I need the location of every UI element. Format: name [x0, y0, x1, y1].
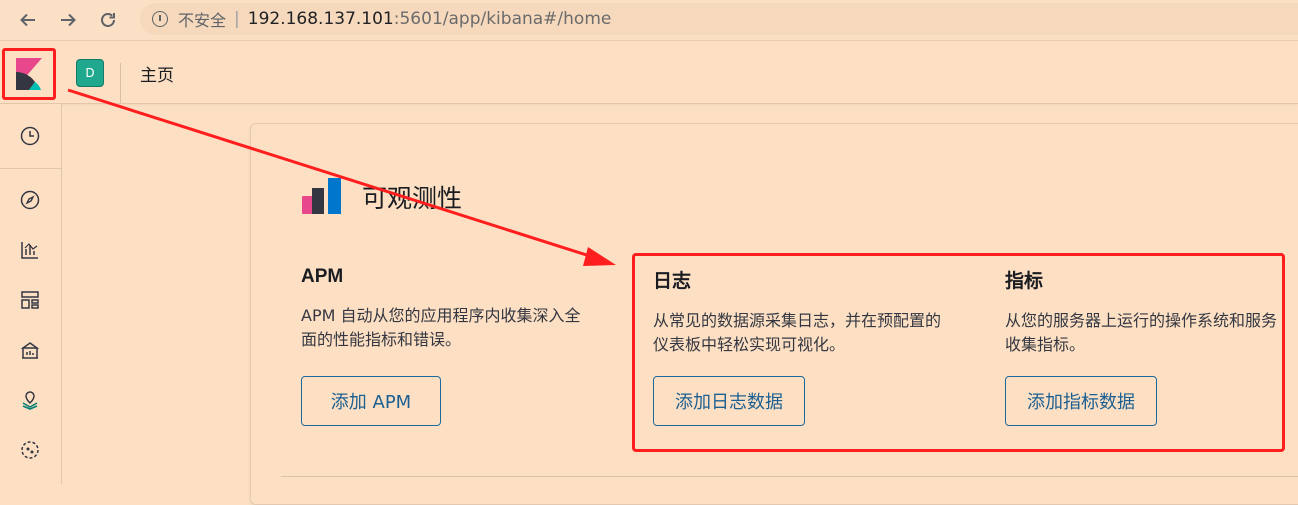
apm-title: APM [301, 266, 344, 287]
dashboard-icon[interactable] [18, 288, 42, 312]
apm-description: APM 自动从您的应用程序内收集深入全面的性能指标和错误。 [301, 306, 581, 349]
info-icon[interactable] [152, 11, 168, 27]
url-separator: | [234, 9, 240, 29]
security-label: 不安全 [178, 11, 227, 30]
maps-icon[interactable] [18, 388, 42, 412]
canvas-icon[interactable] [18, 338, 42, 362]
url-host: 192.168.137.101 [247, 9, 394, 29]
panel-divider [281, 476, 1298, 477]
observability-logo-icon [302, 178, 341, 214]
forward-icon[interactable] [54, 6, 82, 34]
discover-icon[interactable] [18, 188, 42, 212]
recently-viewed-icon[interactable] [18, 124, 42, 148]
space-avatar[interactable]: D [76, 59, 104, 87]
kibana-logo-button[interactable] [2, 48, 56, 100]
side-nav [0, 104, 62, 484]
url-path: :5601/app/kibana#/home [393, 9, 612, 29]
machine-learning-icon[interactable] [18, 438, 42, 462]
nav-separator [0, 168, 61, 169]
add-apm-button[interactable]: 添加 APM [301, 376, 441, 426]
reload-icon[interactable] [94, 6, 122, 34]
apm-column: APM APM 自动从您的应用程序内收集深入全面的性能指标和错误。 [301, 266, 591, 352]
kibana-header: D 主页 [0, 41, 1298, 104]
address-bar[interactable]: 不安全 | 192.168.137.101:5601/app/kibana#/h… [140, 3, 1298, 35]
back-icon[interactable] [14, 6, 42, 34]
visualize-icon[interactable] [18, 238, 42, 262]
header-divider [120, 63, 121, 103]
annotation-highlight-box [632, 253, 1285, 452]
breadcrumb-home[interactable]: 主页 [140, 61, 174, 86]
browser-toolbar: 不安全 | 192.168.137.101:5601/app/kibana#/h… [0, 0, 1298, 41]
section-title: 可观测性 [362, 184, 463, 213]
kibana-logo-icon [16, 58, 42, 90]
